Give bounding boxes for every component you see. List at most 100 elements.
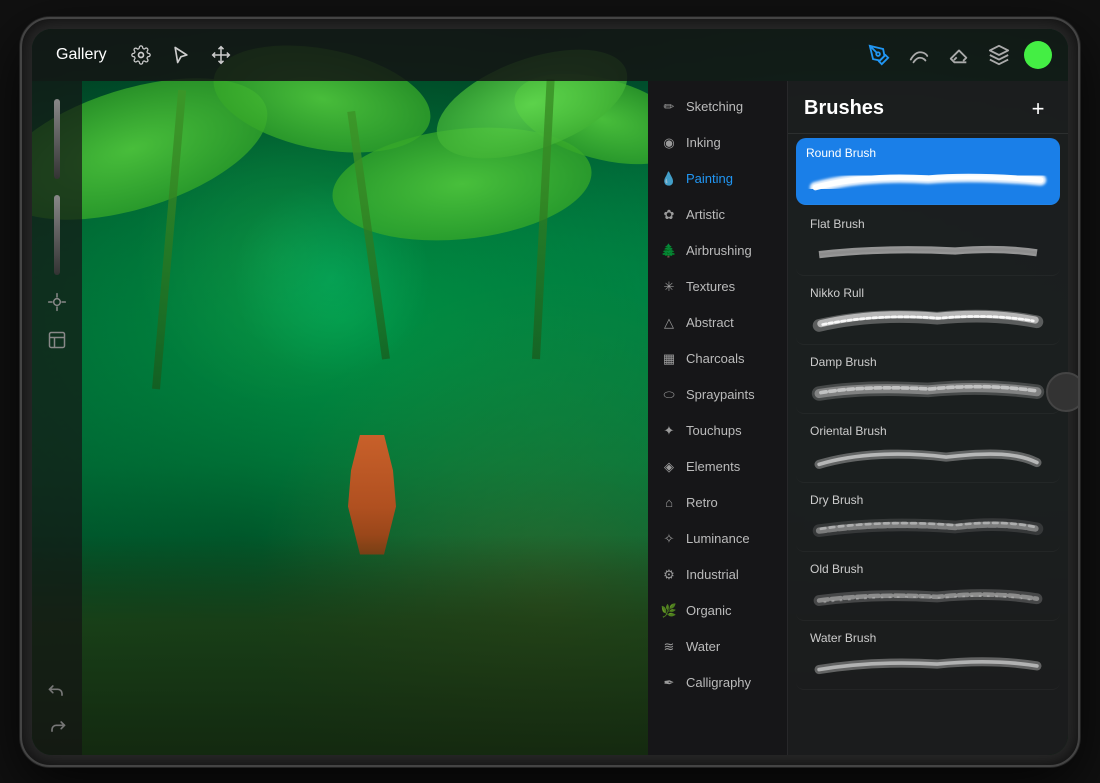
- brush-name-nikko: Nikko Rull: [810, 286, 1046, 300]
- category-label: Sketching: [686, 99, 743, 114]
- toolbar-right: [864, 40, 1052, 70]
- brushes-title: Brushes: [804, 97, 884, 120]
- category-industrial[interactable]: ⚙ Industrial: [648, 557, 787, 593]
- painting-icon: 💧: [660, 170, 678, 188]
- airbrushing-icon: 🌲: [660, 242, 678, 260]
- brush-item-old[interactable]: Old Brush: [796, 554, 1060, 621]
- size-slider[interactable]: [54, 195, 60, 275]
- category-sketching[interactable]: ✏ Sketching: [648, 89, 787, 125]
- brush-item-dry[interactable]: Dry Brush: [796, 485, 1060, 552]
- category-label: Spraypaints: [686, 387, 755, 402]
- category-retro[interactable]: ⌂ Retro: [648, 485, 787, 521]
- brush-name-old: Old Brush: [810, 562, 1046, 576]
- smudge-tool-icon[interactable]: [904, 40, 934, 70]
- brush-preview-flat: [810, 235, 1046, 267]
- brush-item-water[interactable]: Water Brush: [796, 623, 1060, 690]
- category-spraypaints[interactable]: ⬭ Spraypaints: [648, 377, 787, 413]
- settings-icon[interactable]: [127, 41, 155, 69]
- brush-item-round[interactable]: Round Brush: [796, 138, 1060, 205]
- brushes-header: Brushes +: [788, 81, 1068, 134]
- brushes-panel: ✏ Sketching ◉ Inking 💧 Painting ✿ Artist…: [648, 81, 1068, 755]
- category-label: Organic: [686, 603, 732, 618]
- opacity-slider[interactable]: [54, 99, 60, 179]
- brush-preview-nikko: [810, 304, 1046, 336]
- brush-item-oriental[interactable]: Oriental Brush: [796, 416, 1060, 483]
- calligraphy-icon: ✒: [660, 674, 678, 692]
- brush-name-oriental: Oriental Brush: [810, 424, 1046, 438]
- brush-name-round: Round Brush: [806, 146, 1050, 160]
- category-textures[interactable]: ✳ Textures: [648, 269, 787, 305]
- category-charcoals[interactable]: ▦ Charcoals: [648, 341, 787, 377]
- organic-icon: 🌿: [660, 602, 678, 620]
- brush-preview-water: [810, 649, 1046, 681]
- category-label: Painting: [686, 171, 733, 186]
- category-label: Retro: [686, 495, 718, 510]
- category-label: Charcoals: [686, 351, 745, 366]
- spraypaints-icon: ⬭: [660, 386, 678, 404]
- sketching-icon: ✏: [660, 98, 678, 116]
- top-toolbar: Gallery: [32, 29, 1068, 81]
- category-label: Abstract: [686, 315, 734, 330]
- home-button[interactable]: [1046, 372, 1080, 412]
- screen: Gallery: [32, 29, 1068, 755]
- category-abstract[interactable]: △ Abstract: [648, 305, 787, 341]
- add-brush-button[interactable]: +: [1024, 95, 1052, 123]
- brush-preview-round: [806, 164, 1050, 196]
- gallery-button[interactable]: Gallery: [48, 42, 115, 68]
- category-label: Luminance: [686, 531, 750, 546]
- water-icon: ≋: [660, 638, 678, 656]
- category-luminance[interactable]: ✧ Luminance: [648, 521, 787, 557]
- textures-icon: ✳: [660, 278, 678, 296]
- retro-icon: ⌂: [660, 494, 678, 512]
- brush-name-flat: Flat Brush: [810, 217, 1046, 231]
- category-label: Touchups: [686, 423, 742, 438]
- category-elements[interactable]: ◈ Elements: [648, 449, 787, 485]
- industrial-icon: ⚙: [660, 566, 678, 584]
- category-label: Industrial: [686, 567, 739, 582]
- abstract-icon: △: [660, 314, 678, 332]
- brush-preview-dry: [810, 511, 1046, 543]
- undo-button[interactable]: [43, 677, 71, 705]
- draw-tool-icon[interactable]: [864, 40, 894, 70]
- brush-item-flat[interactable]: Flat Brush: [796, 209, 1060, 276]
- category-label: Water: [686, 639, 720, 654]
- category-airbrushing[interactable]: 🌲 Airbrushing: [648, 233, 787, 269]
- artistic-icon: ✿: [660, 206, 678, 224]
- luminance-icon: ✧: [660, 530, 678, 548]
- brush-preview-damp: [810, 373, 1046, 405]
- category-water[interactable]: ≋ Water: [648, 629, 787, 665]
- category-label: Airbrushing: [686, 243, 752, 258]
- category-label: Calligraphy: [686, 675, 751, 690]
- category-list: ✏ Sketching ◉ Inking 💧 Painting ✿ Artist…: [648, 81, 788, 755]
- eraser-tool-icon[interactable]: [944, 40, 974, 70]
- device-frame: Gallery: [20, 17, 1080, 767]
- eyedropper-button[interactable]: [41, 286, 73, 318]
- brush-preview-oriental: [810, 442, 1046, 474]
- brush-item-nikko[interactable]: Nikko Rull: [796, 278, 1060, 345]
- category-painting[interactable]: 💧 Painting: [648, 161, 787, 197]
- category-inking[interactable]: ◉ Inking: [648, 125, 787, 161]
- category-organic[interactable]: 🌿 Organic: [648, 593, 787, 629]
- category-label: Inking: [686, 135, 721, 150]
- layers-tool-icon[interactable]: [984, 40, 1014, 70]
- selection-icon[interactable]: [167, 41, 195, 69]
- canvas-button[interactable]: [41, 324, 73, 356]
- brush-preview-old: [810, 580, 1046, 612]
- brush-name-dry: Dry Brush: [810, 493, 1046, 507]
- category-label: Artistic: [686, 207, 725, 222]
- category-calligraphy[interactable]: ✒ Calligraphy: [648, 665, 787, 701]
- inking-icon: ◉: [660, 134, 678, 152]
- color-picker[interactable]: [1024, 41, 1052, 69]
- charcoals-icon: ▦: [660, 350, 678, 368]
- category-label: Textures: [686, 279, 735, 294]
- brush-item-damp[interactable]: Damp Brush: [796, 347, 1060, 414]
- redo-button[interactable]: [43, 713, 71, 741]
- brush-list: Brushes + Round Brush: [788, 81, 1068, 755]
- toolbar-left: Gallery: [48, 41, 235, 69]
- category-touchups[interactable]: ✦ Touchups: [648, 413, 787, 449]
- category-artistic[interactable]: ✿ Artistic: [648, 197, 787, 233]
- brush-name-water: Water Brush: [810, 631, 1046, 645]
- left-toolbar: [32, 81, 82, 755]
- elements-icon: ◈: [660, 458, 678, 476]
- transform-icon[interactable]: [207, 41, 235, 69]
